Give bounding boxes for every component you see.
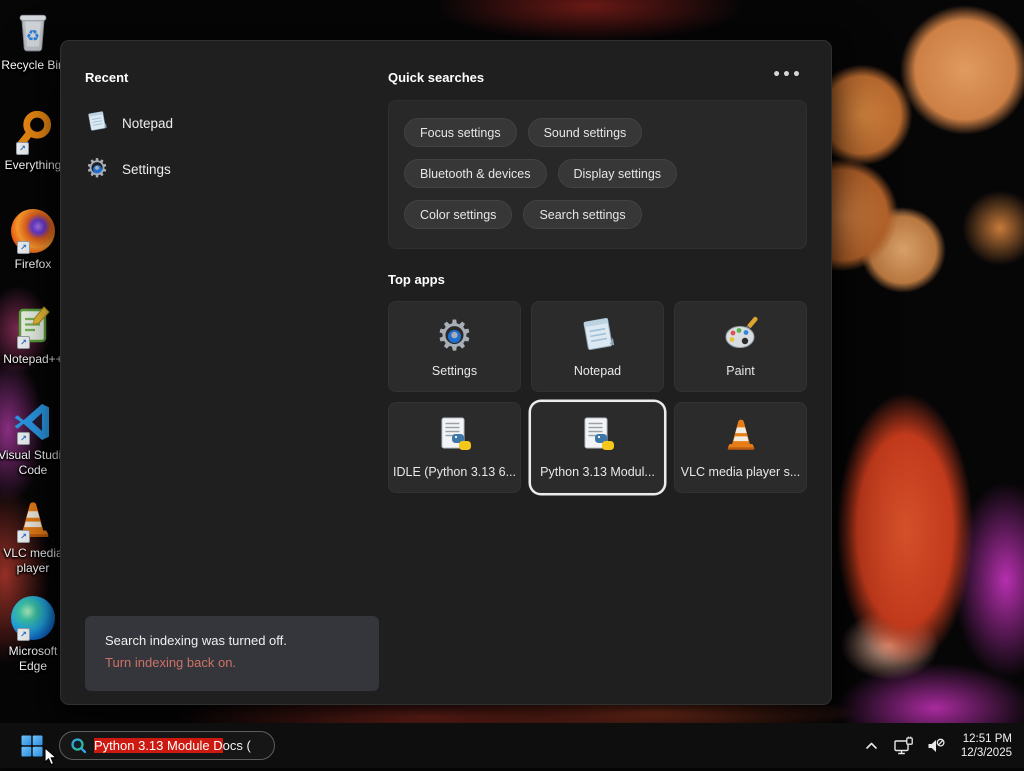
tile-label: IDLE (Python 3.13 6...: [393, 465, 516, 479]
notepad-icon: [578, 314, 618, 359]
shortcut-arrow-icon: ↗: [17, 530, 30, 543]
desktop-icon-label: Everything: [4, 158, 62, 172]
python-doc-icon: [578, 415, 618, 460]
svg-text:♻: ♻: [26, 26, 40, 45]
tile-label: Paint: [726, 364, 755, 378]
recent-section-title: Recent: [85, 70, 129, 85]
search-icon: [70, 737, 87, 754]
volume-mute-icon[interactable]: [923, 733, 949, 759]
python-doc-icon: [435, 415, 475, 460]
quick-searches-title: Quick searches: [388, 70, 485, 85]
desktop-icon-label: Notepad++: [3, 352, 63, 366]
windows-logo-icon: [21, 735, 43, 756]
visual-studio-code-icon: ↗: [11, 398, 55, 445]
indexing-notice-action-link[interactable]: Turn indexing back on.: [105, 655, 359, 670]
system-tray: 12:51 PM 12/3/2025: [859, 723, 1024, 768]
taskbar-search-box[interactable]: Python 3.13 Module Docs (: [59, 731, 275, 760]
taskbar: Python 3.13 Module Docs ( 12:51 PM 12/3/…: [0, 723, 1024, 768]
settings-gear-icon: ⚙: [85, 154, 109, 184]
more-options-button[interactable]: •••: [772, 65, 801, 85]
tile-label: Notepad: [573, 364, 622, 378]
recent-item-notepad[interactable]: Notepad: [85, 103, 355, 143]
top-app-tile-idle[interactable]: IDLE (Python 3.13 6...: [388, 402, 521, 493]
recent-item-settings[interactable]: ⚙ Settings: [85, 149, 355, 189]
quick-search-pill-bluetooth[interactable]: Bluetooth & devices: [404, 159, 547, 188]
shortcut-arrow-icon: ↗: [17, 432, 30, 445]
top-apps-grid: ⚙ Settings Notepad Paint IDLE (Python 3.…: [388, 301, 807, 493]
quick-searches-card: Focus settings Sound settings Bluetooth …: [388, 100, 807, 249]
vlc-icon: [722, 416, 760, 459]
tile-label: Python 3.13 Modul...: [540, 465, 655, 479]
indexing-notice: Search indexing was turned off. Turn ind…: [85, 616, 379, 691]
search-flyout-panel: Recent Notepad ⚙ Settings Quick searches…: [60, 40, 832, 705]
search-query-rest-text: ocs (: [222, 738, 251, 753]
quick-search-pill-color[interactable]: Color settings: [404, 200, 513, 229]
everything-icon: ↗: [10, 108, 56, 155]
top-app-tile-settings[interactable]: ⚙ Settings: [388, 301, 521, 392]
clock[interactable]: 12:51 PM 12/3/2025: [961, 732, 1012, 760]
quick-search-pill-display[interactable]: Display settings: [557, 159, 678, 188]
tile-label: Settings: [431, 364, 478, 378]
recent-item-label: Notepad: [122, 115, 174, 131]
microsoft-edge-icon: ↗: [11, 594, 55, 641]
top-app-tile-paint[interactable]: Paint: [674, 301, 807, 392]
clock-time: 12:51 PM: [962, 732, 1012, 745]
search-query-text: Python 3.13 Module Docs (: [94, 738, 251, 753]
shortcut-arrow-icon: ↗: [16, 142, 29, 155]
recent-item-label: Settings: [122, 161, 171, 177]
shortcut-arrow-icon: ↗: [17, 241, 30, 254]
network-icon[interactable]: [891, 733, 917, 759]
firefox-icon: ↗: [11, 207, 55, 254]
recycle-bin-icon: ♻: [11, 8, 55, 54]
hidden-icons-chevron[interactable]: [859, 733, 885, 759]
shortcut-arrow-icon: ↗: [17, 628, 30, 641]
mouse-cursor: [44, 746, 58, 771]
search-query-selected-text: Python 3.13 Module D: [94, 738, 223, 753]
quick-search-pill-focus[interactable]: Focus settings: [404, 118, 517, 147]
settings-gear-icon: ⚙: [435, 311, 474, 360]
desktop-icon-label: Recycle Bin: [1, 58, 65, 72]
notepad-plus-plus-icon: ↗: [11, 302, 55, 349]
paint-icon: [721, 314, 761, 359]
indexing-notice-message: Search indexing was turned off.: [105, 633, 287, 648]
vlc-icon: ↗: [11, 496, 55, 543]
top-apps-title: Top apps: [388, 272, 445, 287]
top-app-tile-notepad[interactable]: Notepad: [531, 301, 664, 392]
tile-label: VLC media player s...: [680, 465, 801, 479]
quick-search-pill-sound[interactable]: Sound settings: [527, 118, 643, 147]
top-app-tile-python-module-docs[interactable]: Python 3.13 Modul...: [531, 402, 664, 493]
shortcut-arrow-icon: ↗: [17, 336, 30, 349]
desktop-icon-label: Firefox: [14, 257, 52, 271]
top-app-tile-vlc[interactable]: VLC media player s...: [674, 402, 807, 493]
clock-date: 12/3/2025: [960, 746, 1012, 759]
notepad-icon: [85, 109, 109, 138]
quick-search-pill-search[interactable]: Search settings: [523, 200, 642, 229]
